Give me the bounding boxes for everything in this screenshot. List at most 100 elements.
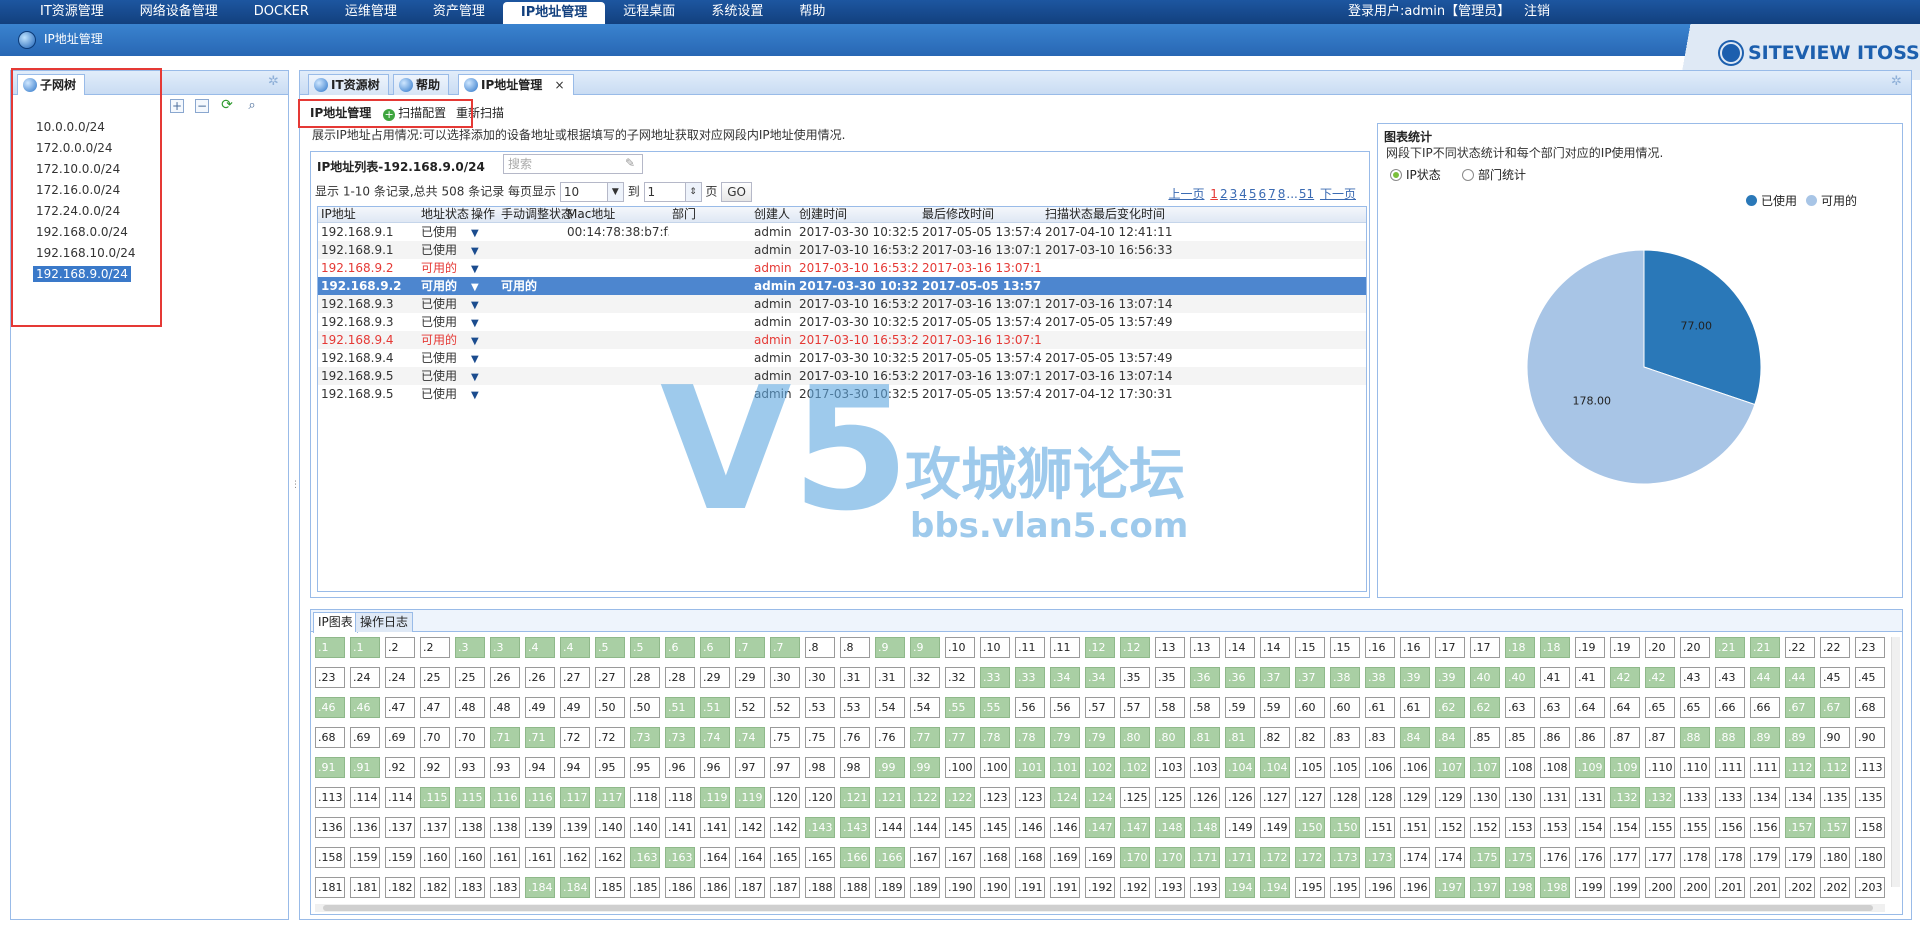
column-header[interactable]: 创建人 bbox=[751, 207, 796, 222]
ip-cell[interactable]: .97 bbox=[735, 757, 765, 778]
search-input[interactable]: 搜索 bbox=[503, 154, 643, 174]
column-header[interactable]: IP地址 bbox=[318, 207, 418, 222]
ip-cell[interactable]: .79 bbox=[1085, 727, 1115, 748]
ip-cell[interactable]: .202 bbox=[1785, 877, 1815, 898]
table-row[interactable]: 192.168.9.5 已使用 ▼ admin 2017-03-30 10:32:53 2… bbox=[318, 385, 1366, 403]
ip-cell[interactable]: .1 bbox=[350, 637, 380, 658]
ip-cell[interactable]: .140 bbox=[595, 817, 625, 838]
ip-cell[interactable]: .8 bbox=[805, 637, 835, 658]
tab-help[interactable]: 帮助 bbox=[393, 74, 450, 95]
ip-cell[interactable]: .60 bbox=[1330, 697, 1360, 718]
ip-cell[interactable]: .107 bbox=[1470, 757, 1500, 778]
ip-cell[interactable]: .15 bbox=[1295, 637, 1325, 658]
ip-cell[interactable]: .70 bbox=[420, 727, 450, 748]
go-button[interactable]: GO bbox=[721, 182, 752, 202]
ip-cell[interactable]: .47 bbox=[385, 697, 415, 718]
ip-cell[interactable]: .120 bbox=[805, 787, 835, 808]
ip-cell[interactable]: .133 bbox=[1680, 787, 1710, 808]
ip-cell[interactable]: .122 bbox=[945, 787, 975, 808]
ip-cell[interactable]: .14 bbox=[1225, 637, 1255, 658]
column-header[interactable]: 扫描状态最后变化时间 bbox=[1042, 207, 1182, 222]
ip-cell[interactable]: .89 bbox=[1785, 727, 1815, 748]
ip-cell[interactable]: .85 bbox=[1470, 727, 1500, 748]
ip-cell[interactable]: .112 bbox=[1785, 757, 1815, 778]
ip-cell[interactable]: .200 bbox=[1680, 877, 1710, 898]
ip-cell[interactable]: .171 bbox=[1190, 847, 1220, 868]
ip-cell[interactable]: .159 bbox=[350, 847, 380, 868]
rescan-button[interactable]: 重新扫描 bbox=[456, 106, 504, 120]
ip-cell[interactable]: .25 bbox=[420, 667, 450, 688]
ip-cell[interactable]: .27 bbox=[560, 667, 590, 688]
radio-ip-status[interactable]: IP状态 bbox=[1390, 166, 1441, 183]
ip-cell[interactable]: .194 bbox=[1225, 877, 1255, 898]
table-row[interactable]: 192.168.9.5 已使用 ▼ admin 2017-03-10 16:53:28 2… bbox=[318, 367, 1366, 385]
ip-cell[interactable]: .35 bbox=[1120, 667, 1150, 688]
row-action-dropdown-icon[interactable]: ▼ bbox=[468, 277, 498, 295]
ip-cell[interactable]: .74 bbox=[700, 727, 730, 748]
ip-cell[interactable]: .172 bbox=[1260, 847, 1290, 868]
ip-cell[interactable]: .145 bbox=[945, 817, 975, 838]
ip-cell[interactable]: .94 bbox=[560, 757, 590, 778]
ip-cell[interactable]: .145 bbox=[980, 817, 1010, 838]
ip-cell[interactable]: .198 bbox=[1505, 877, 1535, 898]
ip-cell[interactable]: .13 bbox=[1155, 637, 1185, 658]
ip-cell[interactable]: .158 bbox=[315, 847, 345, 868]
ip-cell[interactable]: .155 bbox=[1680, 817, 1710, 838]
ip-cell[interactable]: .169 bbox=[1050, 847, 1080, 868]
ip-cell[interactable]: .26 bbox=[490, 667, 520, 688]
refresh-icon[interactable]: ⟳ bbox=[220, 98, 234, 113]
subnet-item[interactable]: 192.168.10.0/24 bbox=[33, 243, 288, 264]
ip-cell[interactable]: .96 bbox=[700, 757, 730, 778]
ip-cell[interactable]: .2 bbox=[420, 637, 450, 658]
ip-cell[interactable]: .72 bbox=[560, 727, 590, 748]
ip-cell[interactable]: .16 bbox=[1400, 637, 1430, 658]
ip-cell[interactable]: .148 bbox=[1155, 817, 1185, 838]
ip-cell[interactable]: .60 bbox=[1295, 697, 1325, 718]
ip-cell[interactable]: .51 bbox=[665, 697, 695, 718]
ip-cell[interactable]: .127 bbox=[1295, 787, 1325, 808]
ip-cell[interactable]: .53 bbox=[840, 697, 870, 718]
ip-cell[interactable]: .36 bbox=[1190, 667, 1220, 688]
ip-cell[interactable]: .188 bbox=[840, 877, 870, 898]
ip-cell[interactable]: .178 bbox=[1680, 847, 1710, 868]
ip-cell[interactable]: .140 bbox=[630, 817, 660, 838]
ip-cell[interactable]: .134 bbox=[1750, 787, 1780, 808]
ip-cell[interactable]: .68 bbox=[315, 727, 345, 748]
ip-cell[interactable]: .203 bbox=[1855, 877, 1885, 898]
ip-cell[interactable]: .14 bbox=[1260, 637, 1290, 658]
ip-cell[interactable]: .106 bbox=[1400, 757, 1430, 778]
ip-cell[interactable]: .57 bbox=[1085, 697, 1115, 718]
ip-cell[interactable]: .196 bbox=[1365, 877, 1395, 898]
ip-cell[interactable]: .108 bbox=[1505, 757, 1535, 778]
table-row[interactable]: 192.168.9.4 已使用 ▼ admin 2017-03-30 10:32:52 2… bbox=[318, 349, 1366, 367]
ip-cell[interactable]: .119 bbox=[700, 787, 730, 808]
ip-cell[interactable]: .126 bbox=[1190, 787, 1220, 808]
ip-cell[interactable]: .31 bbox=[840, 667, 870, 688]
ip-cell[interactable]: .135 bbox=[1855, 787, 1885, 808]
ip-cell[interactable]: .99 bbox=[910, 757, 940, 778]
ip-cell[interactable]: .170 bbox=[1155, 847, 1185, 868]
ip-cell[interactable]: .50 bbox=[595, 697, 625, 718]
ip-cell[interactable]: .175 bbox=[1505, 847, 1535, 868]
page-link[interactable]: 7 bbox=[1268, 187, 1276, 201]
ip-cell[interactable]: .157 bbox=[1785, 817, 1815, 838]
ip-cell[interactable]: .45 bbox=[1820, 667, 1850, 688]
ip-cell[interactable]: .79 bbox=[1050, 727, 1080, 748]
ip-cell[interactable]: .27 bbox=[595, 667, 625, 688]
ip-cell[interactable]: .105 bbox=[1330, 757, 1360, 778]
tab-it-resource-tree[interactable]: IT资源树 bbox=[308, 74, 389, 95]
ip-cell[interactable]: .188 bbox=[805, 877, 835, 898]
ip-cell[interactable]: .87 bbox=[1645, 727, 1675, 748]
row-action-dropdown-icon[interactable]: ▼ bbox=[468, 385, 498, 403]
ip-cell[interactable]: .126 bbox=[1225, 787, 1255, 808]
ip-cell[interactable]: .121 bbox=[840, 787, 870, 808]
page-link[interactable]: 51 bbox=[1299, 187, 1314, 201]
ip-cell[interactable]: .37 bbox=[1260, 667, 1290, 688]
ip-cell[interactable]: .29 bbox=[735, 667, 765, 688]
ip-cell[interactable]: .146 bbox=[1050, 817, 1080, 838]
ip-cell[interactable]: .98 bbox=[840, 757, 870, 778]
ip-cell[interactable]: .19 bbox=[1610, 637, 1640, 658]
ip-cell[interactable]: .3 bbox=[490, 637, 520, 658]
menu-item[interactable]: 资产管理 bbox=[415, 0, 503, 24]
ip-cell[interactable]: .84 bbox=[1435, 727, 1465, 748]
